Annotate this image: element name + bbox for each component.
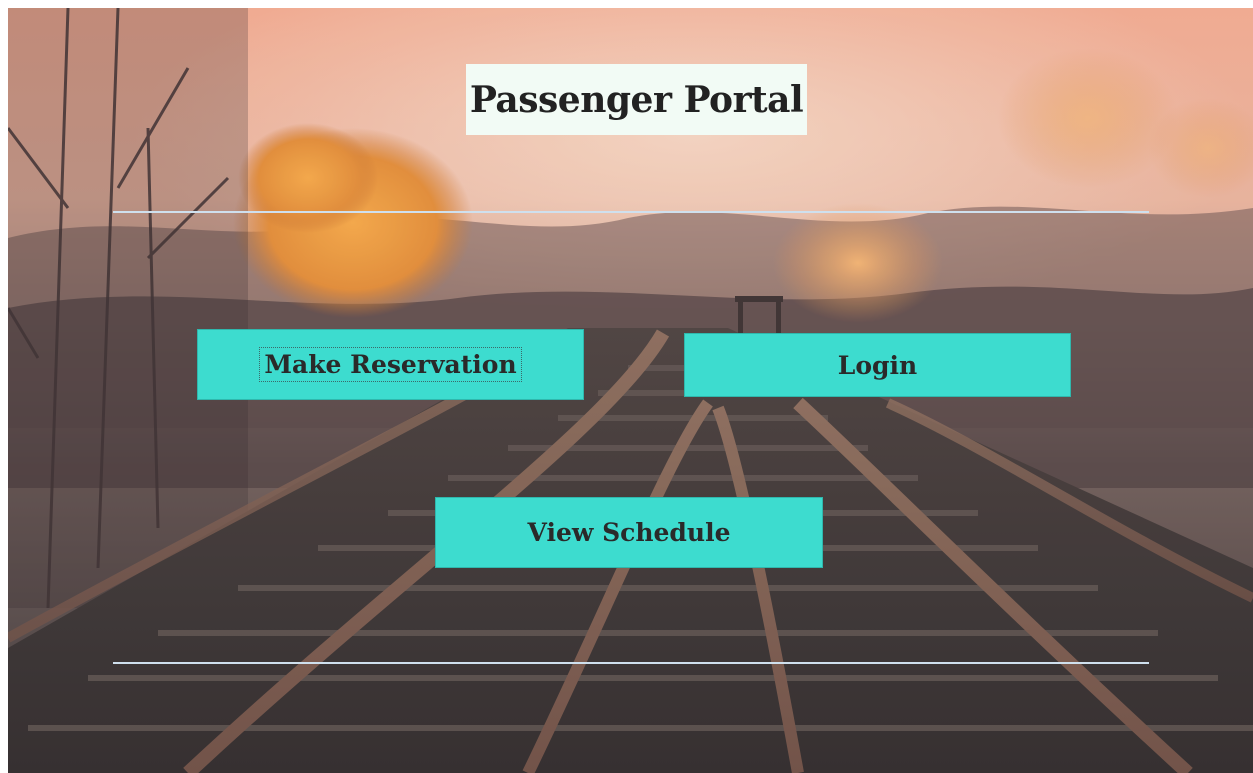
login-button[interactable]: Login xyxy=(684,333,1071,397)
top-divider xyxy=(113,211,1149,213)
portal-window: Passenger Portal Make Reservation Login … xyxy=(8,8,1253,773)
make-reservation-label: Make Reservation xyxy=(259,347,522,382)
view-schedule-label: View Schedule xyxy=(527,518,731,547)
page-title: Passenger Portal xyxy=(469,78,804,121)
page-title-box: Passenger Portal xyxy=(466,64,807,135)
login-label: Login xyxy=(837,350,918,380)
view-schedule-button[interactable]: View Schedule xyxy=(435,497,823,568)
make-reservation-button[interactable]: Make Reservation xyxy=(197,329,584,400)
bottom-divider xyxy=(113,662,1149,664)
